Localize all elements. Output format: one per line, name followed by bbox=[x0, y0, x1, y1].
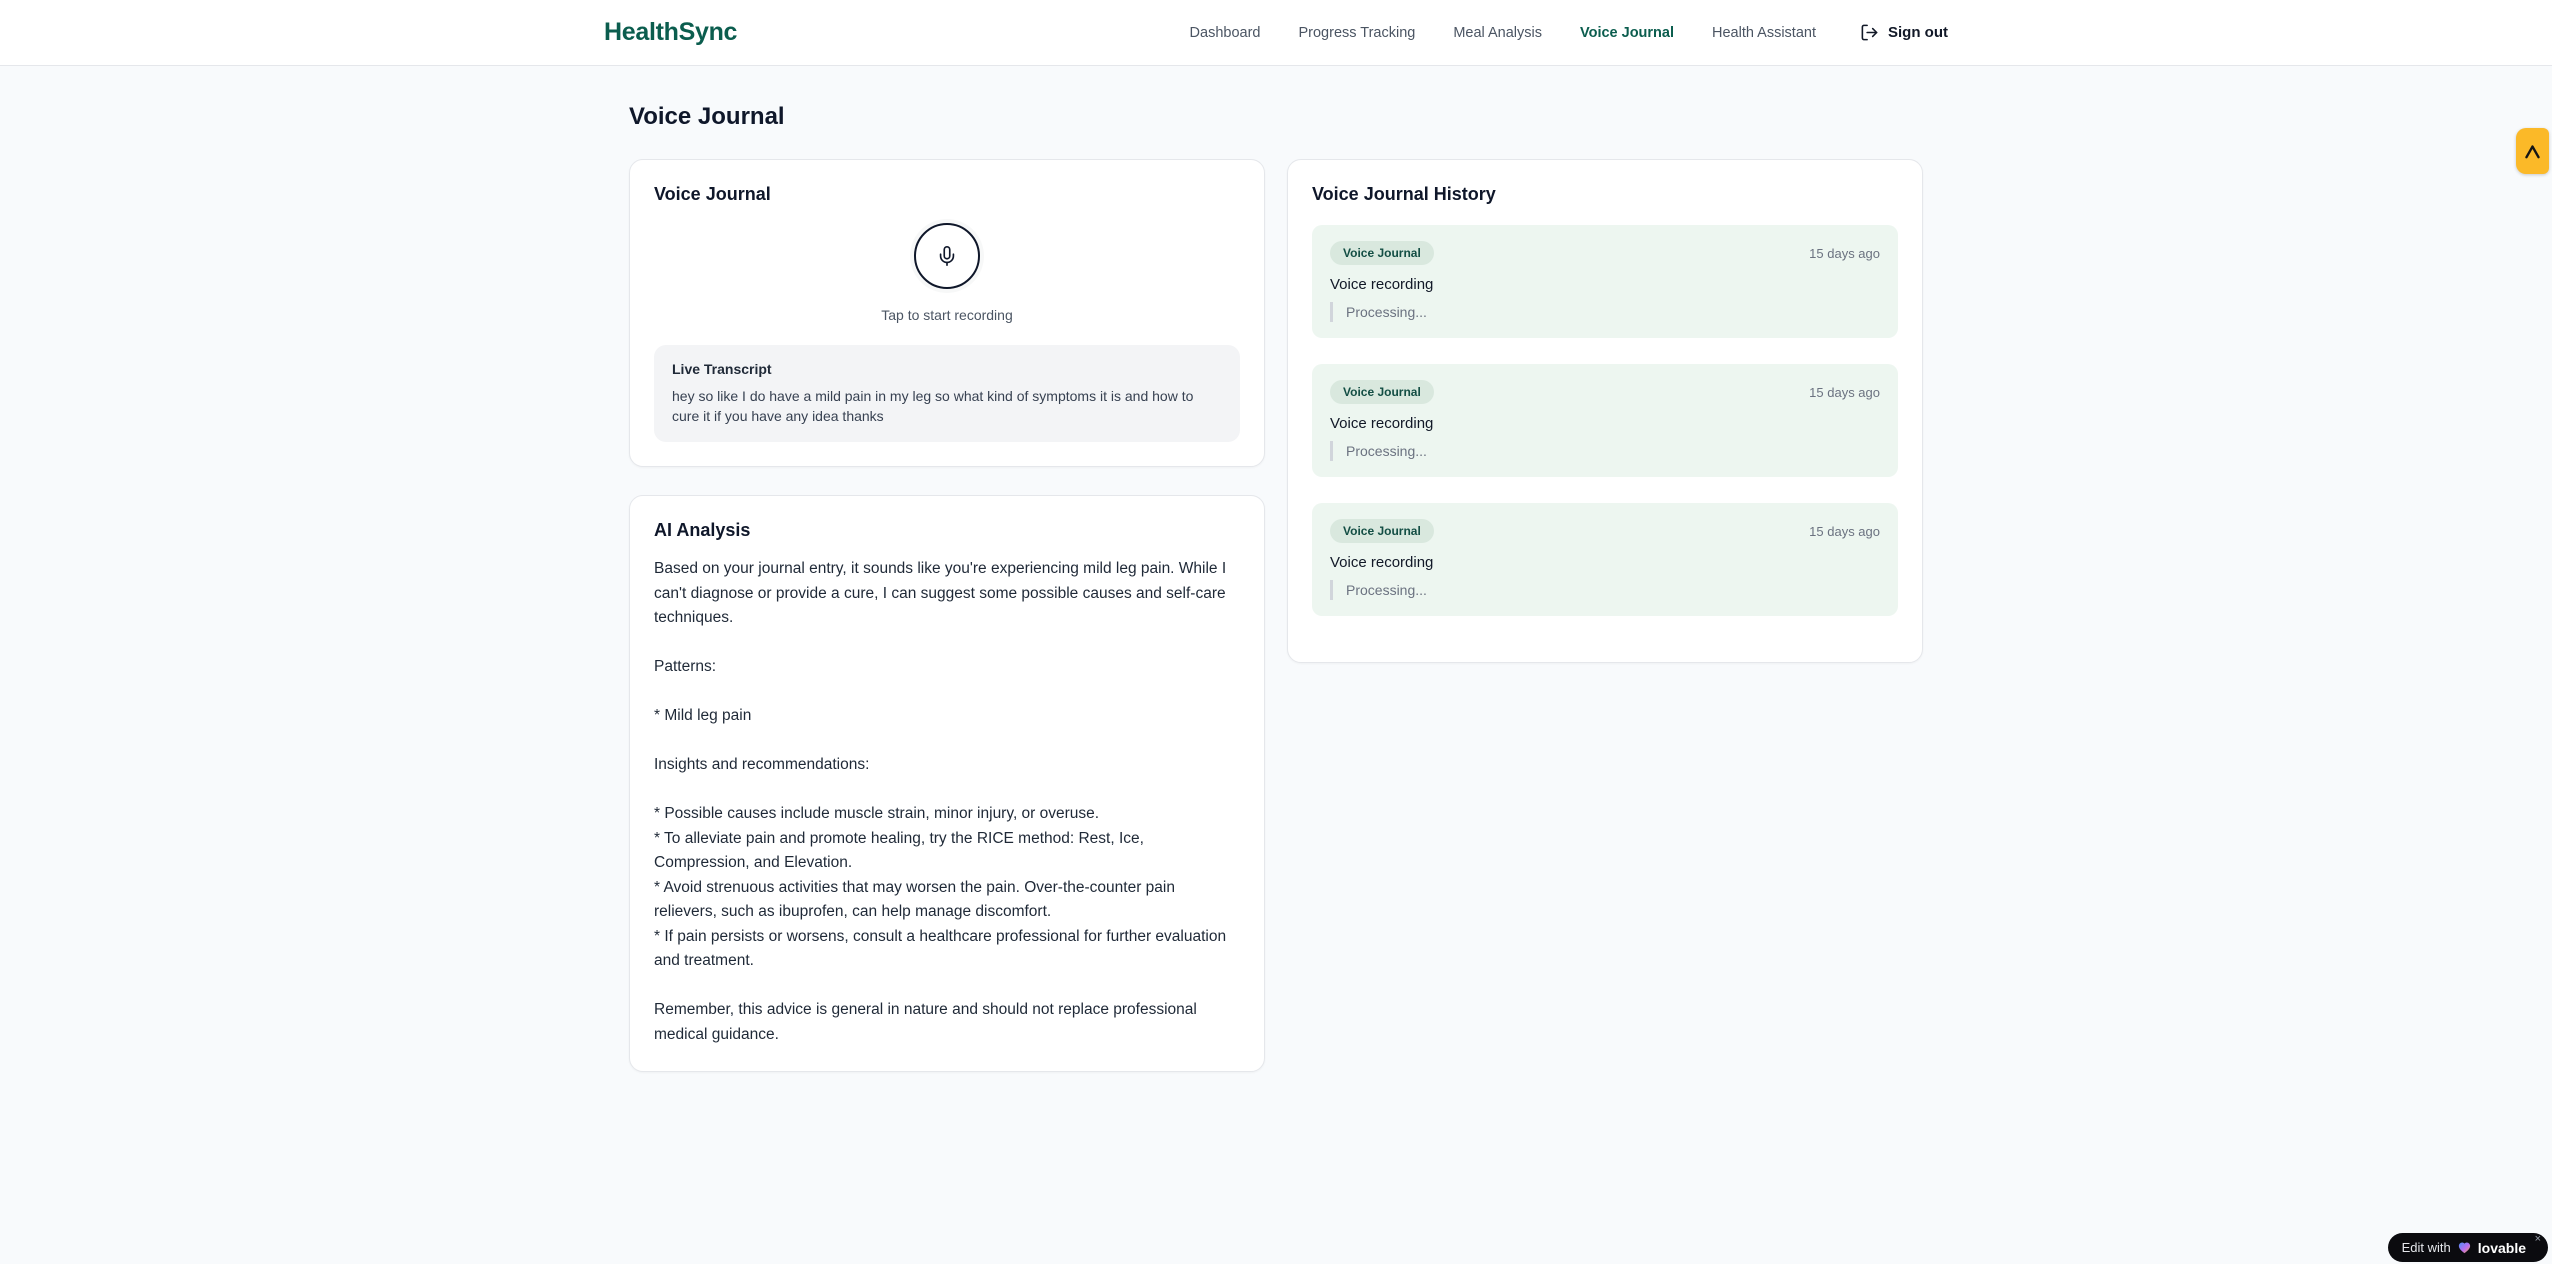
entry-label: Voice recording bbox=[1330, 554, 1434, 571]
voice-journal-history-card: Voice Journal History Voice Journal 15 d… bbox=[1287, 159, 1923, 663]
nav-health-assistant[interactable]: Health Assistant bbox=[1712, 25, 1816, 41]
recorder-card-title: Voice Journal bbox=[654, 184, 771, 204]
live-transcript-box: Live Transcript hey so like I do have a … bbox=[654, 345, 1240, 442]
record-button[interactable] bbox=[914, 223, 980, 289]
brand-logo[interactable]: HealthSync bbox=[604, 18, 737, 47]
history-list: Voice Journal 15 days ago Voice recordin… bbox=[1312, 225, 1898, 616]
app-header: HealthSync Dashboard Progress Tracking M… bbox=[0, 0, 2552, 66]
main-nav: Dashboard Progress Tracking Meal Analysi… bbox=[1190, 23, 1948, 42]
entry-label: Voice recording bbox=[1330, 415, 1434, 432]
history-entry[interactable]: Voice Journal 15 days ago Voice recordin… bbox=[1312, 225, 1898, 338]
entry-timestamp: 15 days ago bbox=[1809, 384, 1880, 400]
history-entry[interactable]: Voice Journal 15 days ago Voice recordin… bbox=[1312, 503, 1898, 616]
entry-type-badge: Voice Journal bbox=[1330, 380, 1434, 404]
microphone-icon bbox=[936, 245, 958, 267]
entry-type-badge: Voice Journal bbox=[1330, 241, 1434, 265]
main-content: Voice Journal Voice Journal Tap to start… bbox=[629, 66, 1923, 1072]
close-icon[interactable]: × bbox=[2535, 1234, 2541, 1245]
nav-voice-journal[interactable]: Voice Journal bbox=[1580, 25, 1674, 41]
page-title: Voice Journal bbox=[629, 103, 785, 130]
live-transcript-text: hey so like I do have a mild pain in my … bbox=[672, 388, 1194, 424]
entry-label: Voice recording bbox=[1330, 276, 1434, 293]
lovable-brand-label: lovable bbox=[2477, 1239, 2526, 1256]
ai-analysis-title: AI Analysis bbox=[654, 520, 751, 540]
live-transcript-title: Live Transcript bbox=[672, 361, 772, 377]
entry-timestamp: 15 days ago bbox=[1809, 245, 1880, 261]
history-card-title: Voice Journal History bbox=[1312, 184, 1496, 204]
lovable-mark-icon bbox=[2524, 144, 2541, 159]
entry-status: Processing... bbox=[1330, 441, 1880, 461]
edit-with-label: Edit with bbox=[2401, 1240, 2451, 1255]
entry-status: Processing... bbox=[1330, 302, 1880, 322]
ai-analysis-body: Based on your journal entry, it sounds l… bbox=[654, 560, 1227, 1043]
tap-to-record-hint: Tap to start recording bbox=[881, 307, 1013, 323]
nav-dashboard[interactable]: Dashboard bbox=[1190, 25, 1261, 41]
nav-meal-analysis[interactable]: Meal Analysis bbox=[1453, 25, 1542, 41]
entry-timestamp: 15 days ago bbox=[1809, 523, 1880, 539]
voice-recorder-card: Voice Journal Tap to start recording Liv… bbox=[629, 159, 1265, 467]
entry-status: Processing... bbox=[1330, 580, 1880, 600]
entry-type-badge: Voice Journal bbox=[1330, 519, 1434, 543]
sign-out-button[interactable]: Sign out bbox=[1860, 23, 1948, 42]
nav-progress-tracking[interactable]: Progress Tracking bbox=[1298, 25, 1415, 41]
ai-analysis-card: AI Analysis Based on your journal entry,… bbox=[629, 495, 1265, 1072]
gradient-heart-icon bbox=[2457, 1240, 2472, 1255]
lovable-side-badge[interactable] bbox=[2516, 128, 2549, 174]
edit-with-lovable-badge[interactable]: Edit with lovable × bbox=[2387, 1233, 2548, 1262]
log-out-icon bbox=[1860, 23, 1879, 42]
sign-out-label: Sign out bbox=[1888, 24, 1948, 41]
history-entry[interactable]: Voice Journal 15 days ago Voice recordin… bbox=[1312, 364, 1898, 477]
